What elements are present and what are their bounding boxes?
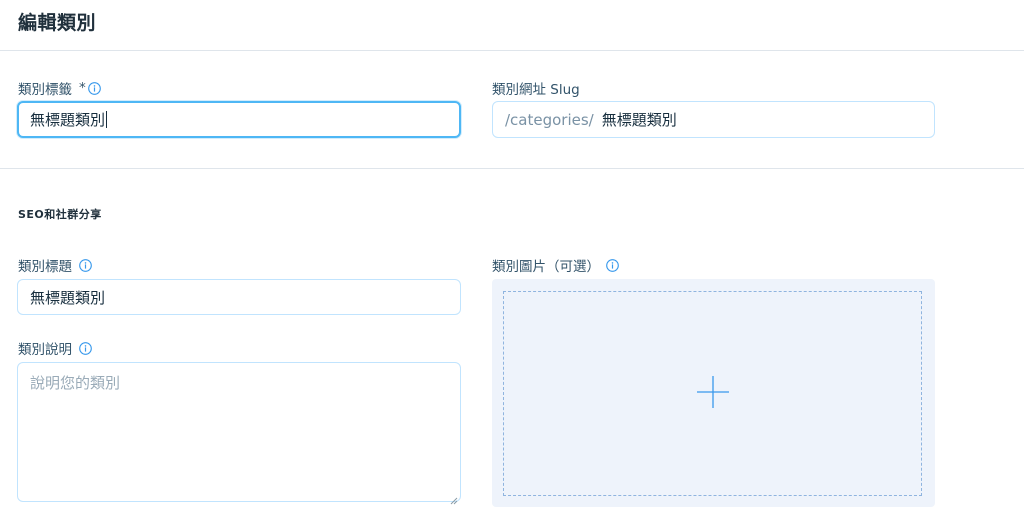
category-title-input-value: 無標題類別 [30, 288, 106, 307]
category-slug-input[interactable]: /categories/ 無標題類別 [492, 101, 935, 138]
category-title-input[interactable]: 無標題類別 [17, 279, 461, 315]
category-label-label: 類別標籤 * [18, 78, 101, 98]
required-mark: * [79, 80, 86, 96]
category-image-label: 類別圖片（可選） [492, 255, 619, 275]
category-description-label-text: 類別說明 [18, 342, 72, 358]
add-image-button[interactable] [503, 291, 922, 496]
text-caret [106, 111, 108, 128]
page-title: 編輯類別 [18, 12, 97, 34]
category-slug-input-value: 無標題類別 [601, 111, 677, 129]
category-image-label-text: 類別圖片（可選） [492, 259, 600, 275]
category-slug-label: 類別網址 Slug [492, 78, 580, 98]
slug-prefix: /categories/ [505, 110, 594, 129]
category-label-input-value: 無標題類別 [30, 111, 106, 129]
category-slug-label-text: 類別網址 Slug [492, 82, 580, 98]
category-label-label-text: 類別標籤 [18, 82, 72, 98]
category-title-label-text: 類別標題 [18, 259, 72, 275]
plus-icon [696, 375, 730, 413]
category-image-container [492, 279, 935, 507]
resize-grip-icon[interactable] [450, 491, 458, 505]
info-icon[interactable] [87, 81, 101, 95]
category-description-textarea[interactable]: 說明您的類別 [17, 362, 461, 505]
category-description-label: 類別說明 [18, 338, 92, 358]
info-icon[interactable] [79, 258, 92, 272]
category-title-label: 類別標題 [18, 255, 92, 275]
category-description-placeholder: 說明您的類別 [30, 374, 121, 392]
info-icon[interactable] [606, 258, 619, 272]
seo-section-title: SEO和社群分享 [18, 208, 102, 221]
category-label-input[interactable]: 無標題類別 [17, 101, 461, 138]
section-divider [0, 168, 1024, 169]
header-divider [0, 50, 1024, 51]
info-icon[interactable] [79, 341, 92, 355]
